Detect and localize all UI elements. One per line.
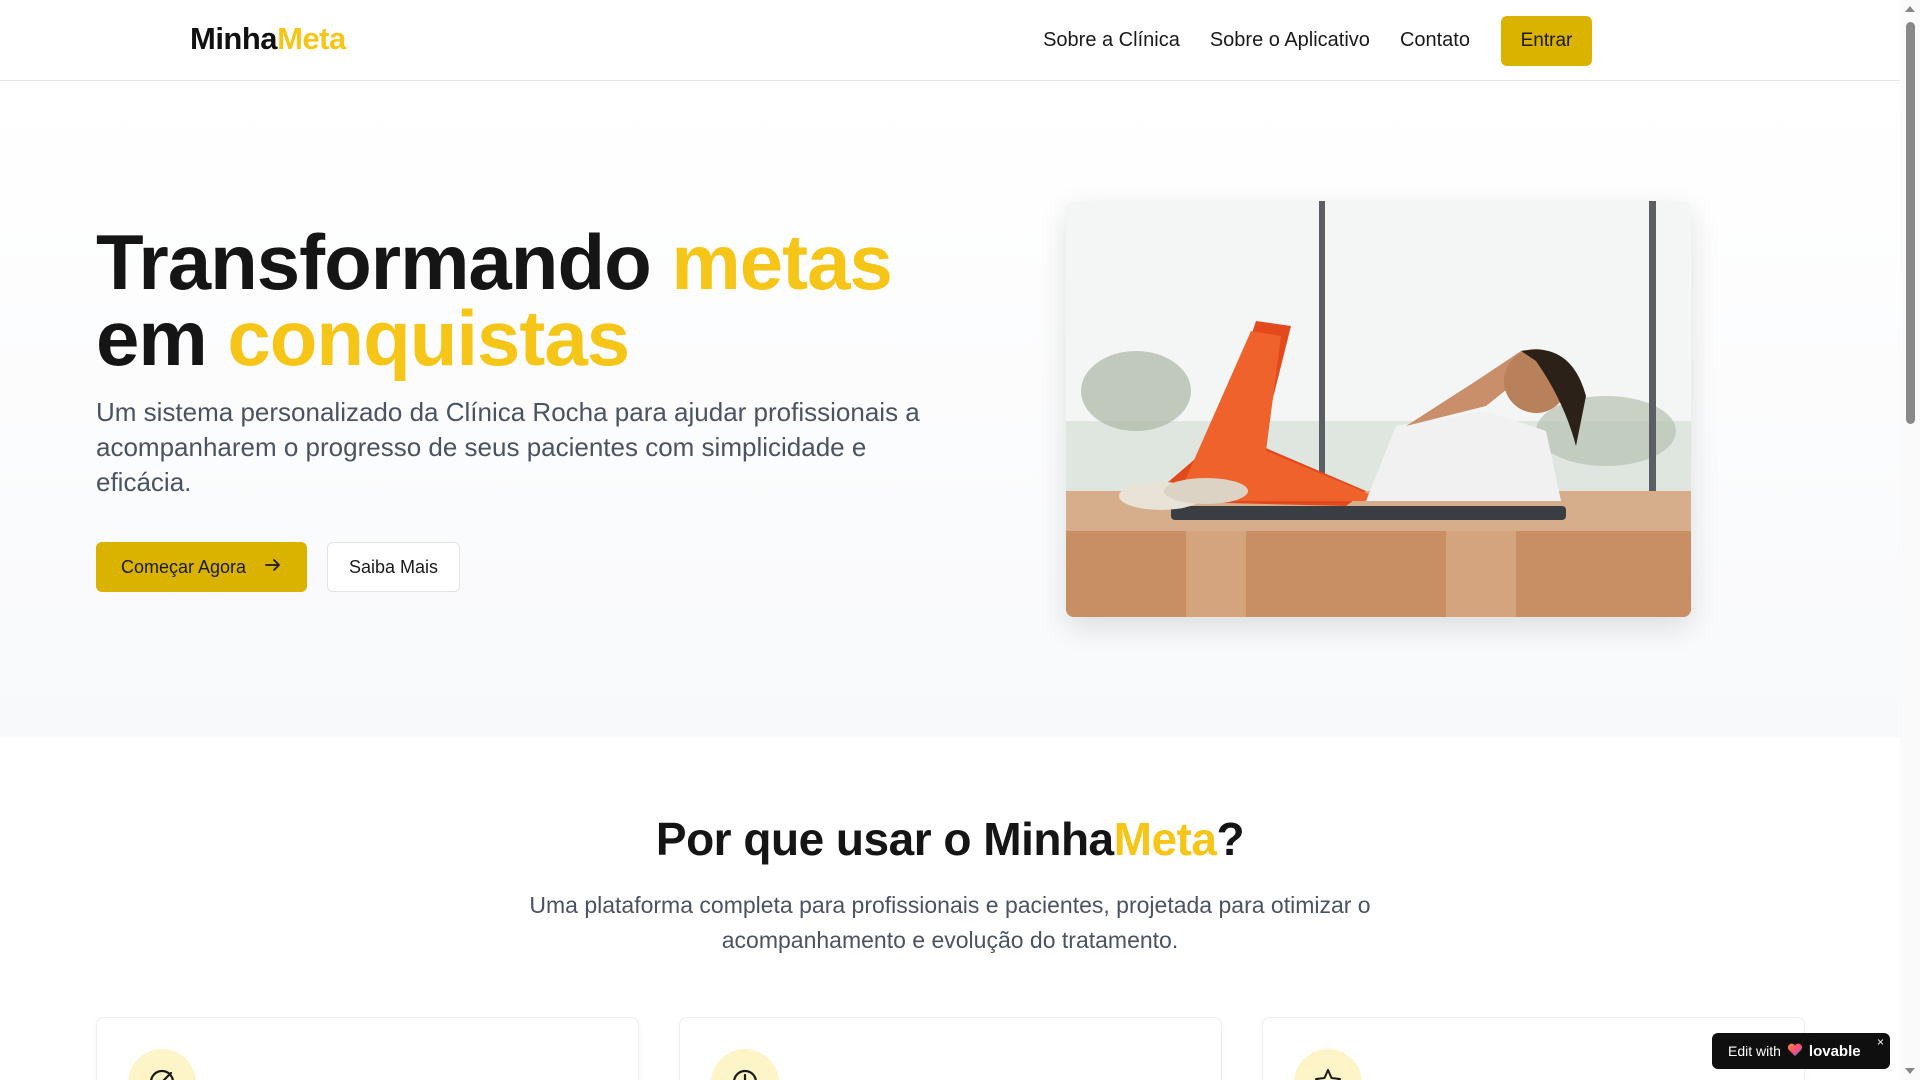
edit-with-lovable-badge[interactable]: Edit with lovable × [1712,1033,1890,1069]
navbar: MinhaMeta Sobre a Clínica Sobre o Aplica… [0,0,1900,81]
start-now-label: Começar Agora [120,556,247,577]
features-title-main: Minha [983,813,1114,865]
scroll-thumb[interactable] [1906,22,1915,424]
nav-link-sobre-clinica[interactable]: Sobre a Clínica [1043,29,1180,52]
nav-links: Sobre a Clínica Sobre o Aplicativo Conta… [1043,0,1592,81]
arrow-right-icon [264,556,282,579]
close-icon[interactable]: × [1877,1035,1884,1049]
hero-title-part2: em [96,294,228,382]
features-title: Por que usar o MinhaMeta? [0,812,1900,866]
badge-prefix: Edit with [1728,1043,1781,1059]
hero-section: Transformando metas em conquistas Um sis… [0,82,1900,737]
hero-title-part1: Transformando [96,218,672,306]
feature-card [96,1017,639,1080]
hero-description: Um sistema personalizado da Clínica Roch… [96,397,920,497]
hero-title-accent1: metas [671,218,892,306]
nav-link-contato[interactable]: Contato [1400,29,1470,52]
features-title-suffix: ? [1216,813,1245,865]
feature-card [679,1017,1222,1080]
hero-buttons: Começar Agora Saiba Mais [96,542,460,592]
features-description: Uma plataforma completa para profissiona… [529,892,1371,953]
features-title-prefix: Por que usar o [655,813,984,865]
start-now-button[interactable]: Começar Agora [96,542,307,592]
clock-icon [711,1049,779,1080]
logo-accent: Meta [277,21,346,56]
logo[interactable]: MinhaMeta [190,21,346,57]
heart-icon [1787,1043,1803,1060]
hero-title-accent2: conquistas [227,294,630,382]
scroll-down-arrow-icon[interactable] [1905,1068,1915,1074]
hero-title: Transformando metas em conquistas [96,223,893,377]
page-scrollbar[interactable] [1900,0,1920,1080]
learn-more-button[interactable]: Saiba Mais [327,542,460,592]
target-icon [128,1049,196,1080]
hero-image [1066,201,1691,617]
star-icon [1294,1049,1362,1080]
nav-link-sobre-aplicativo[interactable]: Sobre o Aplicativo [1210,29,1370,52]
feature-cards [96,1017,1805,1080]
features-title-accent: Meta [1113,813,1217,865]
logo-main: Minha [190,21,278,56]
scroll-up-arrow-icon[interactable] [1905,6,1915,12]
login-button[interactable]: Entrar [1501,15,1592,66]
badge-brand: lovable [1808,1042,1861,1060]
